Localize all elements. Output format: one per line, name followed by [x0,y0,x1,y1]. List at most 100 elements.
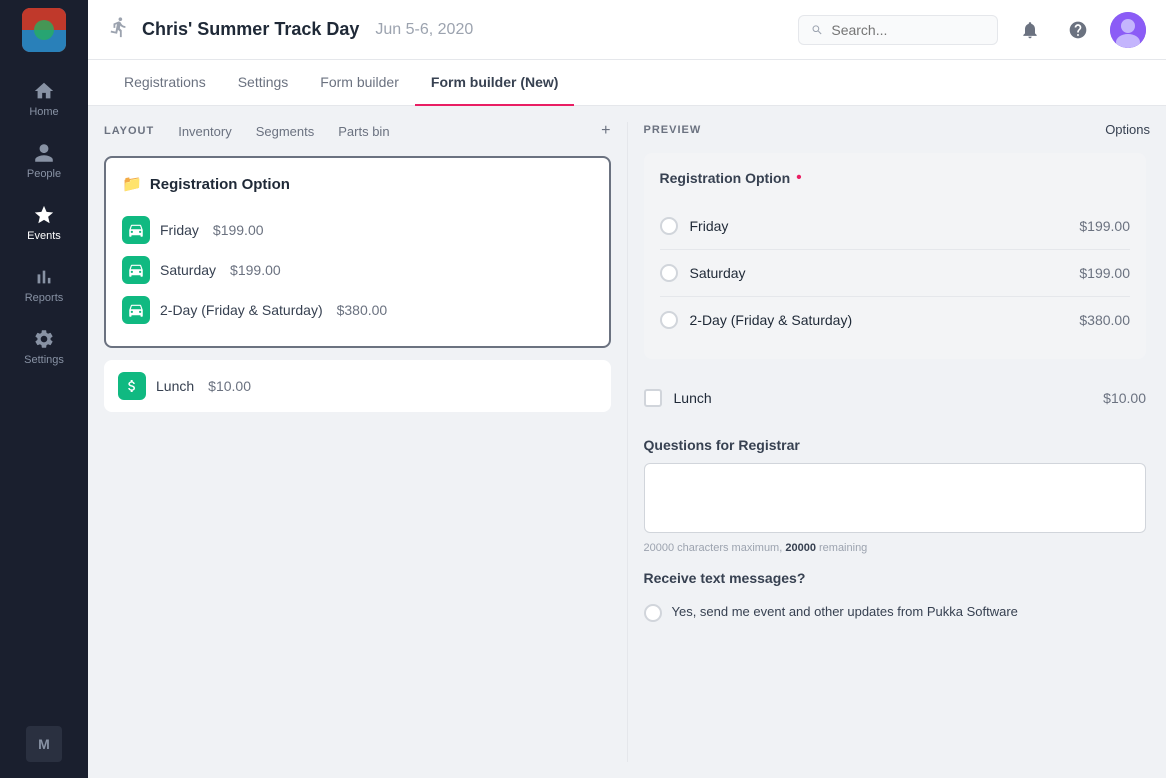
notifications-button[interactable] [1014,14,1046,46]
sidebar-item-people[interactable]: People [0,130,88,192]
radio-price-friday: $199.00 [1079,218,1130,234]
lunch-label: Lunch [156,378,194,394]
questions-section: Questions for Registrar 20000 characters… [644,437,1147,554]
bar-chart-icon [33,266,55,288]
sidebar-item-home[interactable]: Home [0,68,88,130]
layout-panel: LAYOUT Inventory Segments Parts bin + 📁 … [104,122,611,762]
add-item-button[interactable]: + [601,122,610,140]
sidebar-item-reports[interactable]: Reports [0,254,88,316]
radio-label-friday: Friday [690,218,1068,234]
radio-circle-friday[interactable] [660,217,678,235]
reg-option-header: Registration Option • [660,169,1131,187]
sidebar-bottom: M [26,718,62,770]
text-messages-label: Receive text messages? [644,570,1147,586]
parts-bin-link[interactable]: Parts bin [338,124,389,139]
car-icon-two-day [122,296,150,324]
friday-label: Friday [160,222,199,238]
header-right [798,12,1146,48]
sidebar-item-events[interactable]: Events [0,192,88,254]
settings-icon [33,328,55,350]
segments-link[interactable]: Segments [256,124,315,139]
layout-item-friday[interactable]: Friday $199.00 [122,210,593,250]
sidebar-item-reports-label: Reports [25,292,64,304]
lunch-card[interactable]: Lunch $10.00 [104,360,611,412]
radio-label-two-day: 2-Day (Friday & Saturday) [690,312,1068,328]
saturday-price: $199.00 [230,262,281,278]
text-option[interactable]: Yes, send me event and other updates fro… [644,596,1147,630]
text-messages-section: Receive text messages? Yes, send me even… [644,570,1147,630]
layout-toolbar: LAYOUT Inventory Segments Parts bin + [104,122,611,140]
layout-item-saturday[interactable]: Saturday $199.00 [122,250,593,290]
questions-textarea[interactable] [644,463,1147,533]
sidebar-m-badge: M [26,726,62,762]
header: Chris' Summer Track Day Jun 5-6, 2020 [88,0,1166,60]
user-avatar[interactable] [1110,12,1146,48]
tab-form-builder[interactable]: Form builder [304,60,415,106]
radio-option-friday[interactable]: Friday $199.00 [660,203,1131,250]
radio-price-saturday: $199.00 [1079,265,1130,281]
dollar-icon [118,372,146,400]
search-input[interactable] [831,22,985,38]
preview-content: Registration Option • Friday $199.00 Sat… [644,153,1151,762]
person-icon [33,142,55,164]
event-date: Jun 5-6, 2020 [375,21,473,39]
panel-divider [627,122,628,762]
sidebar-item-people-label: People [27,168,61,180]
two-day-price: $380.00 [337,302,388,318]
reg-option-label: Registration Option [660,170,791,186]
radio-option-two-day[interactable]: 2-Day (Friday & Saturday) $380.00 [660,297,1131,343]
preview-label: PREVIEW [644,124,702,136]
car-icon-saturday [122,256,150,284]
lunch-preview[interactable]: Lunch $10.00 [644,375,1147,421]
preview-toolbar: PREVIEW Options [644,122,1151,137]
char-remaining-suffix: remaining [819,542,867,554]
text-radio-circle[interactable] [644,604,662,622]
sidebar-item-home-label: Home [29,106,58,118]
lunch-preview-label: Lunch [674,390,1092,406]
events-icon [33,204,55,226]
sidebar-item-events-label: Events [27,230,61,242]
inventory-link[interactable]: Inventory [178,124,231,139]
tab-registrations[interactable]: Registrations [108,60,222,106]
event-title: Chris' Summer Track Day [142,19,359,40]
registration-group-title: Registration Option [150,176,290,193]
preview-options-button[interactable]: Options [1105,122,1150,137]
radio-price-two-day: $380.00 [1079,312,1130,328]
friday-price: $199.00 [213,222,264,238]
app-logo[interactable] [22,8,66,52]
lunch-checkbox[interactable] [644,389,662,407]
home-icon [33,80,55,102]
layout-item-two-day[interactable]: 2-Day (Friday & Saturday) $380.00 [122,290,593,330]
folder-icon: 📁 [122,174,142,194]
layout-label: LAYOUT [104,125,154,137]
char-remaining-count: 20000 [785,542,816,554]
registration-group-card: 📁 Registration Option Friday $199.00 [104,156,611,348]
tab-form-builder-new[interactable]: Form builder (New) [415,60,575,106]
help-button[interactable] [1062,14,1094,46]
tab-settings[interactable]: Settings [222,60,305,106]
sidebar-item-settings[interactable]: Settings [0,316,88,378]
help-icon [1068,20,1088,40]
lunch-price-layout: $10.00 [208,378,251,394]
registration-group-header: 📁 Registration Option [122,174,593,194]
event-icon [108,16,130,43]
sidebar: Home People Events Reports Settings M [0,0,88,778]
char-max-text: 20000 characters maximum, [644,542,783,554]
saturday-label: Saturday [160,262,216,278]
questions-label: Questions for Registrar [644,437,1147,453]
car-icon-friday [122,216,150,244]
registration-option-preview: Registration Option • Friday $199.00 Sat… [644,153,1147,359]
radio-label-saturday: Saturday [690,265,1068,281]
preview-panel: PREVIEW Options Registration Option • Fr… [644,122,1151,762]
two-day-label: 2-Day (Friday & Saturday) [160,302,323,318]
radio-circle-saturday[interactable] [660,264,678,282]
bell-icon [1020,20,1040,40]
search-bar[interactable] [798,15,998,45]
main-content: Chris' Summer Track Day Jun 5-6, 2020 [88,0,1166,778]
required-indicator: • [796,169,802,187]
radio-option-saturday[interactable]: Saturday $199.00 [660,250,1131,297]
sidebar-item-settings-label: Settings [24,354,64,366]
radio-circle-two-day[interactable] [660,311,678,329]
char-count: 20000 characters maximum, 20000 remainin… [644,542,1147,554]
text-option-text: Yes, send me event and other updates fro… [672,604,1018,619]
